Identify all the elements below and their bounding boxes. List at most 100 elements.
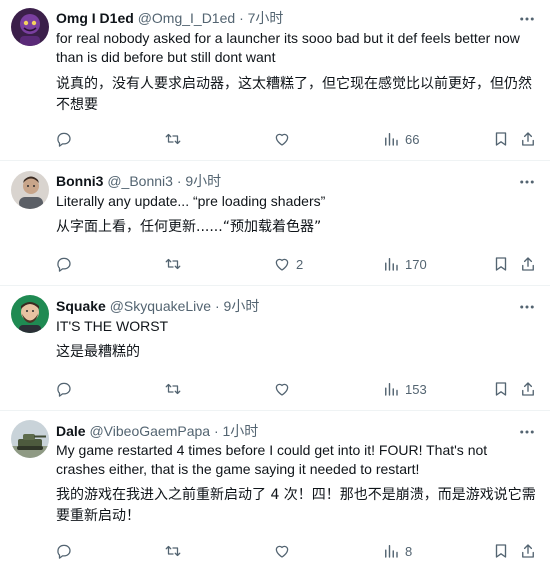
views-count: 8	[405, 543, 413, 559]
reply-button[interactable]	[55, 379, 78, 399]
display-name[interactable]: Omg I D1ed	[56, 10, 134, 26]
tweet-translation: 我的游戏在我进入之前重新启动了 4 次！四！那也不是崩溃，而是游戏说它需 要重新…	[56, 485, 540, 527]
tweet-header: Dale @VibeoGaemPapa · 1小时	[56, 422, 506, 440]
translation-line: 说真的，没有人要求启动器，这太糟糕了，但它现在感觉比以前更好，但仍然	[56, 76, 532, 92]
reply-bubble-icon	[57, 132, 71, 147]
separator-dot: ·	[239, 10, 244, 26]
timestamp[interactable]: 9小时	[224, 298, 260, 314]
views-button[interactable]: 170	[382, 254, 427, 274]
heart-icon	[275, 545, 289, 558]
user-handle[interactable]: @_Bonni3	[107, 173, 173, 189]
more-dots-icon[interactable]	[518, 423, 536, 441]
user-handle[interactable]: @Omg_I_D1ed	[138, 10, 235, 26]
avatar[interactable]	[11, 295, 49, 333]
tweet-text-line: than is did before but still dont want	[56, 49, 276, 65]
views-count: 170	[405, 256, 427, 272]
tweet-actions: 8	[0, 541, 550, 561]
retweet-icon	[165, 133, 181, 145]
like-button[interactable]	[273, 129, 296, 149]
tweet-actions: 2 170	[0, 254, 550, 274]
share-icon	[522, 257, 534, 271]
views-count: 153	[405, 381, 427, 397]
translation-line: 要重新启动！	[56, 508, 140, 524]
like-count: 2	[296, 256, 304, 272]
views-button[interactable]: 66	[382, 129, 419, 149]
heart-icon	[275, 258, 289, 271]
more-dots-icon[interactable]	[518, 298, 536, 316]
tweet-text: for real nobody asked for a launcher its…	[56, 29, 540, 67]
tweet-header: Squake @SkyquakeLive · 9小时	[56, 297, 506, 315]
retweet-button[interactable]	[164, 541, 187, 561]
tweet-squake[interactable]: Squake @SkyquakeLive · 9小时 IT'S THE WORS…	[0, 286, 550, 410]
views-bars-icon	[385, 258, 398, 271]
bookmark-button[interactable]	[492, 129, 510, 149]
tweet-text-line: for real nobody asked for a launcher its…	[56, 30, 520, 46]
share-icon	[522, 382, 534, 396]
timestamp[interactable]: 7小时	[248, 10, 284, 26]
translation-line: 我的游戏在我进入之前重新启动了 4 次！四！那也不是崩溃，而是游戏说它需	[56, 487, 536, 503]
retweet-icon	[165, 258, 181, 270]
tweet-bonni3[interactable]: Bonni3 @_Bonni3 · 9小时 Literally any upda…	[0, 161, 550, 285]
bookmark-icon	[495, 132, 507, 146]
views-count: 66	[405, 131, 420, 147]
tweet-actions: 153	[0, 379, 550, 399]
tweet-omg-i-d1ed[interactable]: Omg I D1ed @Omg_I_D1ed · 7小时 for real no…	[0, 0, 550, 160]
tweet-dale[interactable]: Dale @VibeoGaemPapa · 1小时 My game restar…	[0, 411, 550, 565]
heart-icon	[275, 133, 289, 146]
retweet-icon	[165, 545, 181, 557]
tweet-text: Literally any update... “pre loading sha…	[56, 192, 540, 211]
views-button[interactable]: 8	[382, 541, 412, 561]
timestamp[interactable]: 1小时	[223, 423, 259, 439]
display-name[interactable]: Bonni3	[56, 173, 103, 189]
views-bars-icon	[385, 545, 398, 558]
tweet-text-line: Literally any update... “pre loading sha…	[56, 193, 326, 209]
tweet-text: My game restarted 4 times before I could…	[56, 441, 540, 479]
translation-line: 不想要	[56, 97, 98, 113]
bookmark-button[interactable]	[492, 541, 510, 561]
share-icon	[522, 132, 534, 146]
separator-dot: ·	[214, 298, 220, 314]
avatar[interactable]	[11, 8, 49, 46]
avatar[interactable]	[11, 171, 49, 209]
tweet-text: IT'S THE WORST	[56, 317, 540, 336]
user-handle[interactable]: @VibeoGaemPapa	[89, 423, 210, 439]
heart-icon	[275, 383, 289, 396]
bookmark-icon	[495, 257, 507, 271]
reply-bubble-icon	[57, 257, 71, 272]
tweet-text-line: My game restarted 4 times before I could…	[56, 442, 488, 458]
share-icon	[522, 544, 534, 558]
reply-button[interactable]	[55, 541, 78, 561]
views-bars-icon	[385, 133, 398, 146]
display-name[interactable]: Squake	[56, 298, 106, 314]
display-name[interactable]: Dale	[56, 423, 86, 439]
translation-line: 从字面上看，任何更新......“预加载着色器”	[56, 219, 322, 235]
reply-button[interactable]	[55, 254, 78, 274]
translation-line: 这是最糟糕的	[56, 344, 140, 360]
user-handle[interactable]: @SkyquakeLive	[110, 298, 211, 314]
views-button[interactable]: 153	[382, 379, 427, 399]
more-dots-icon[interactable]	[518, 10, 536, 28]
share-button[interactable]	[519, 541, 537, 561]
bookmark-button[interactable]	[492, 379, 510, 399]
share-button[interactable]	[519, 254, 537, 274]
avatar[interactable]	[11, 420, 49, 458]
share-button[interactable]	[519, 379, 537, 399]
timestamp[interactable]: 9小时	[185, 173, 221, 189]
retweet-icon	[165, 383, 181, 395]
tweet-header: Omg I D1ed @Omg_I_D1ed · 7小时	[56, 9, 506, 27]
like-button[interactable]: 2	[273, 254, 303, 274]
views-bars-icon	[385, 383, 398, 396]
share-button[interactable]	[519, 129, 537, 149]
reply-button[interactable]	[55, 129, 78, 149]
like-button[interactable]	[273, 379, 296, 399]
bookmark-button[interactable]	[492, 254, 510, 274]
more-dots-icon[interactable]	[518, 173, 536, 191]
bookmark-icon	[495, 544, 507, 558]
tweet-translation: 这是最糟糕的	[56, 342, 540, 363]
retweet-button[interactable]	[164, 379, 187, 399]
retweet-button[interactable]	[164, 254, 187, 274]
like-button[interactable]	[273, 541, 296, 561]
purple-cartoon-avatar-icon	[11, 8, 49, 46]
tweet-actions: 66	[0, 129, 550, 149]
retweet-button[interactable]	[164, 129, 187, 149]
